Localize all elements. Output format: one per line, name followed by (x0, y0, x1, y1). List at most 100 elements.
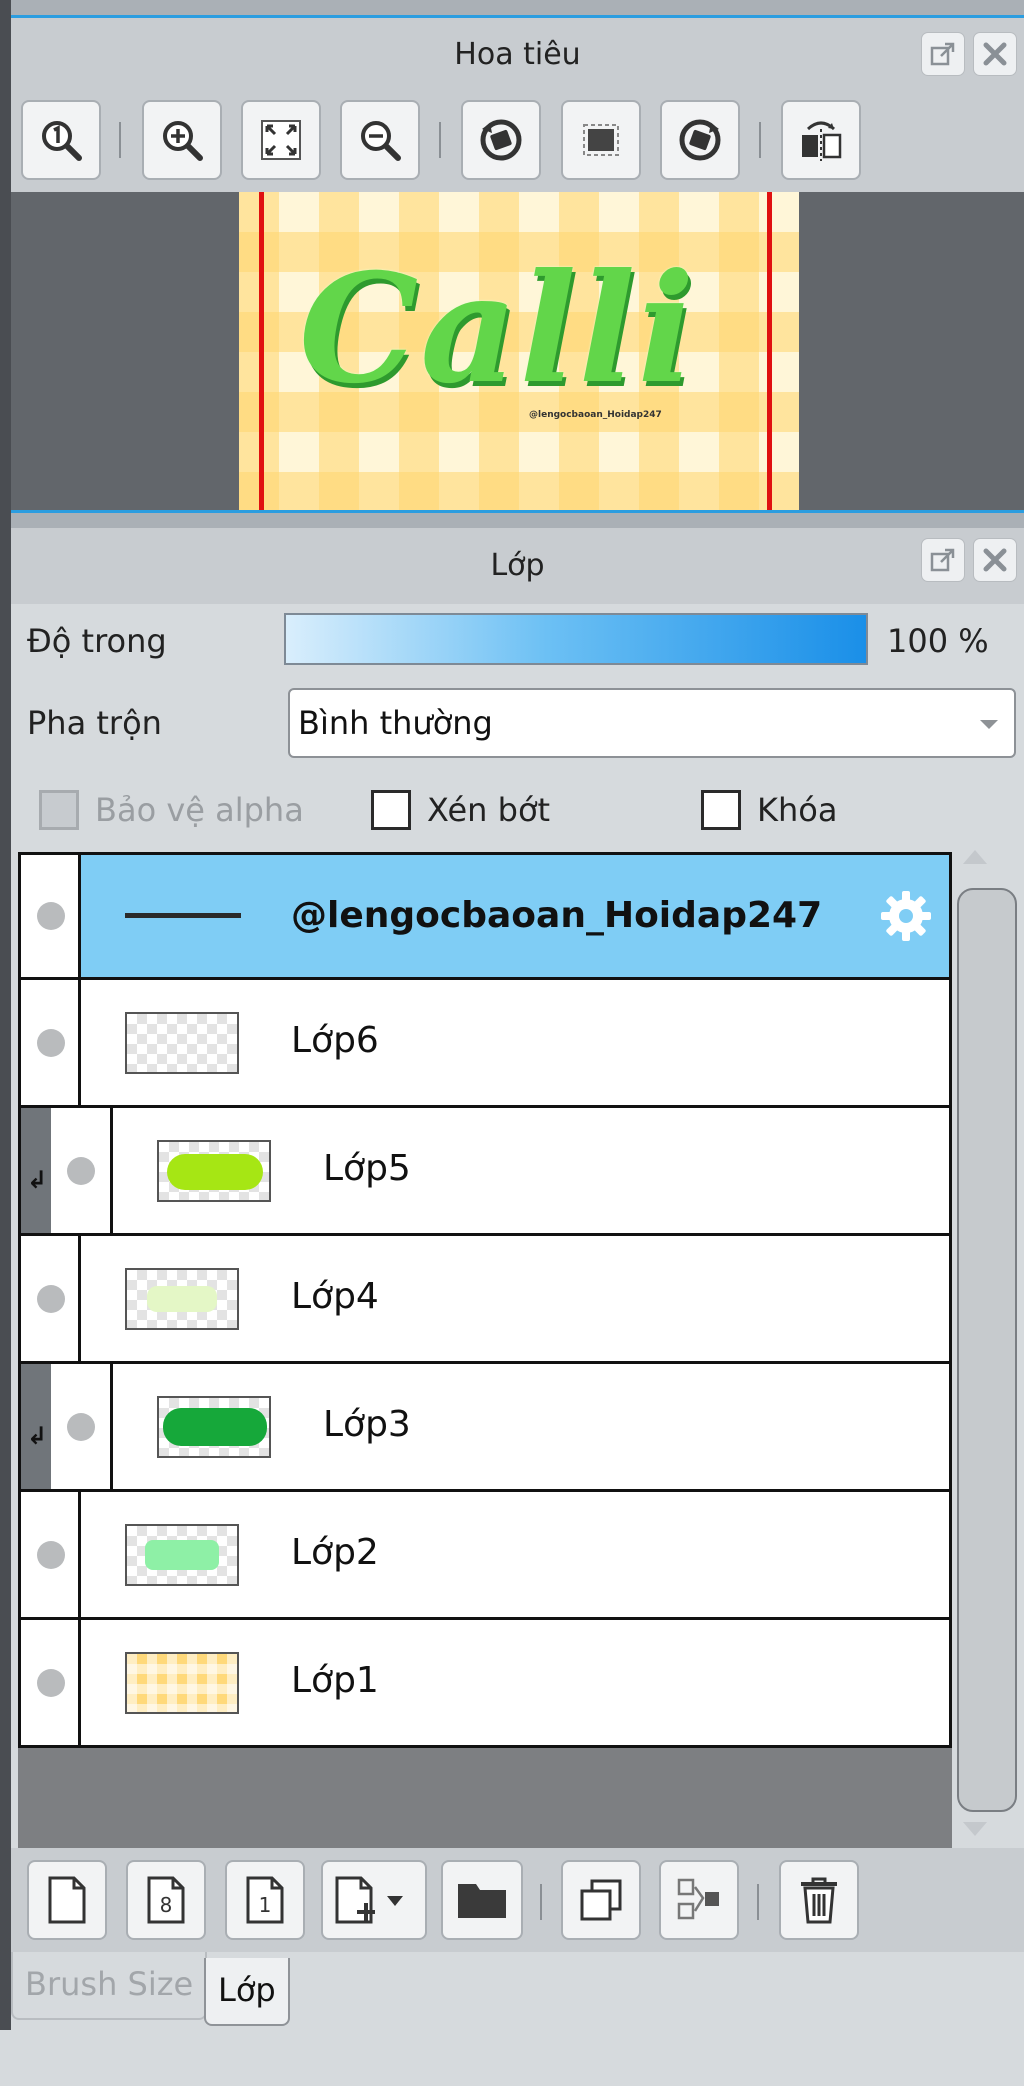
canvas-caption: @lengocbaoan_Hoidap247 (529, 410, 662, 420)
blend-mode-select[interactable]: Bình thường (288, 688, 1016, 758)
close-panel-button[interactable] (973, 538, 1017, 582)
navigator-title: Hoa tiêu (454, 37, 581, 72)
opacity-value: 100 % (887, 622, 989, 660)
visibility-dot-icon (37, 1668, 65, 1697)
clip-checkbox[interactable] (371, 790, 411, 830)
layer-row[interactable]: Lớp1 (18, 1620, 952, 1748)
panel-divider (11, 510, 1024, 530)
zoom-in-button[interactable] (142, 100, 222, 180)
toolbar-separator (439, 122, 441, 158)
layer-thumbnail (157, 1139, 271, 1202)
canvas-thumbnail[interactable]: Calli @lengocbaoan_Hoidap247 (239, 192, 799, 510)
clip-arrow-icon: ↲ (27, 1166, 48, 1194)
layer-row[interactable]: Lớp2 (18, 1492, 952, 1620)
layer-name: Lớp4 (291, 1276, 379, 1317)
layer-name: @lengocbaoan_Hoidap247 (291, 895, 823, 936)
float-panel-button[interactable] (921, 32, 965, 76)
clipping-indicator: ↲ (21, 1364, 51, 1489)
layer-list: @lengocbaoan_Hoidap247 Lớp6 ↲ Lớp5 Lớp4 … (18, 852, 952, 1848)
float-icon (930, 548, 955, 572)
add-layer-menu-icon (335, 1876, 403, 1924)
blend-label: Pha trộn (27, 704, 162, 742)
visibility-toggle[interactable] (51, 1108, 113, 1233)
navigator-toolbar (11, 92, 1024, 192)
add-layer-menu-button[interactable] (321, 1860, 427, 1940)
fit-screen-button[interactable] (241, 100, 321, 180)
layer-list-scrollbar[interactable] (957, 888, 1017, 1812)
close-panel-button[interactable] (973, 32, 1017, 76)
fit-screen-icon (261, 120, 301, 160)
tab-brush-size[interactable]: Brush Size (11, 1952, 208, 2020)
flip-horizontal-button[interactable] (781, 100, 861, 180)
visibility-toggle[interactable] (21, 980, 81, 1105)
rotate-right-button[interactable] (660, 100, 740, 180)
svg-text:1: 1 (259, 1893, 272, 1917)
duplicate-layer-button[interactable] (561, 1860, 641, 1940)
layer-settings-button[interactable] (871, 881, 941, 951)
navigator-preview[interactable]: Calli @lengocbaoan_Hoidap247 (11, 192, 1024, 510)
layers-header: Lớp (11, 528, 1024, 604)
new-folder-button[interactable] (441, 1860, 523, 1940)
layer-name: Lớp5 (323, 1148, 411, 1189)
zoom-out-button[interactable] (340, 100, 420, 180)
visibility-dot-icon (37, 1028, 65, 1057)
visibility-toggle[interactable] (21, 855, 81, 977)
opacity-label: Độ trong (27, 622, 167, 660)
protect-alpha-label: Bảo vệ alpha (95, 791, 304, 829)
layer-row[interactable]: ↲ Lớp3 (18, 1364, 952, 1492)
gear-icon (881, 891, 931, 941)
chevron-down-icon (980, 720, 998, 729)
duplicate-layer-icon (580, 1879, 622, 1921)
clipping-indicator: ↲ (21, 1108, 51, 1233)
blend-mode-value: Bình thường (298, 704, 493, 742)
navigator-header: Hoa tiêu (11, 18, 1024, 92)
rotate-left-icon (480, 119, 522, 161)
view-frame-right (767, 192, 772, 510)
lock-checkbox[interactable] (701, 790, 741, 830)
close-icon (983, 42, 1007, 66)
layer-thumbnail (125, 1651, 239, 1714)
layer-name: Lớp3 (323, 1404, 411, 1445)
text-layer-thumbnail (125, 913, 241, 918)
opacity-slider[interactable] (284, 613, 868, 665)
visibility-toggle[interactable] (21, 1492, 81, 1617)
layer-thumbnail (125, 1011, 239, 1074)
protect-alpha-checkbox[interactable] (39, 790, 79, 830)
layer-row[interactable]: @lengocbaoan_Hoidap247 (18, 852, 952, 980)
view-frame-left (259, 192, 264, 510)
layer-row[interactable]: ↲ Lớp5 (18, 1108, 952, 1236)
rotate-left-button[interactable] (461, 100, 541, 180)
new-8bit-layer-button[interactable]: 8 (126, 1860, 206, 1940)
visibility-toggle[interactable] (51, 1364, 113, 1489)
new-folder-icon (458, 1884, 506, 1918)
new-1bit-layer-icon: 1 (246, 1876, 284, 1924)
reset-rotation-button[interactable] (561, 100, 641, 180)
visibility-toggle[interactable] (21, 1236, 81, 1361)
merge-down-button[interactable] (659, 1860, 739, 1940)
scroll-down-arrow[interactable] (963, 1822, 987, 1836)
thumbnail-fill (147, 1285, 217, 1312)
visibility-dot-icon (37, 902, 65, 930)
visibility-dot-icon (67, 1412, 95, 1441)
layer-row[interactable]: Lớp4 (18, 1236, 952, 1364)
visibility-toggle[interactable] (21, 1620, 81, 1745)
zoom-in-icon (163, 121, 203, 161)
new-1bit-layer-button[interactable]: 1 (225, 1860, 305, 1940)
zoom-actual-icon (42, 121, 82, 161)
zoom-actual-button[interactable] (21, 100, 101, 180)
lock-label: Khóa (757, 791, 838, 829)
toolbar-separator (759, 122, 761, 158)
layer-options: Độ trong 100 % Pha trộn Bình thường Bảo … (11, 604, 1024, 846)
visibility-dot-icon (37, 1540, 65, 1569)
delete-layer-button[interactable] (779, 1860, 859, 1940)
tab-layers[interactable]: Lớp (204, 1958, 290, 2026)
toolbar-separator (119, 122, 121, 158)
float-panel-button[interactable] (921, 538, 965, 582)
visibility-dot-icon (37, 1284, 65, 1313)
float-icon (930, 42, 955, 66)
layer-toolbar: 8 1 (11, 1848, 1024, 1952)
scroll-up-arrow[interactable] (963, 850, 987, 864)
layer-row[interactable]: Lớp6 (18, 980, 952, 1108)
new-layer-button[interactable] (27, 1860, 107, 1940)
svg-text:8: 8 (160, 1893, 173, 1917)
